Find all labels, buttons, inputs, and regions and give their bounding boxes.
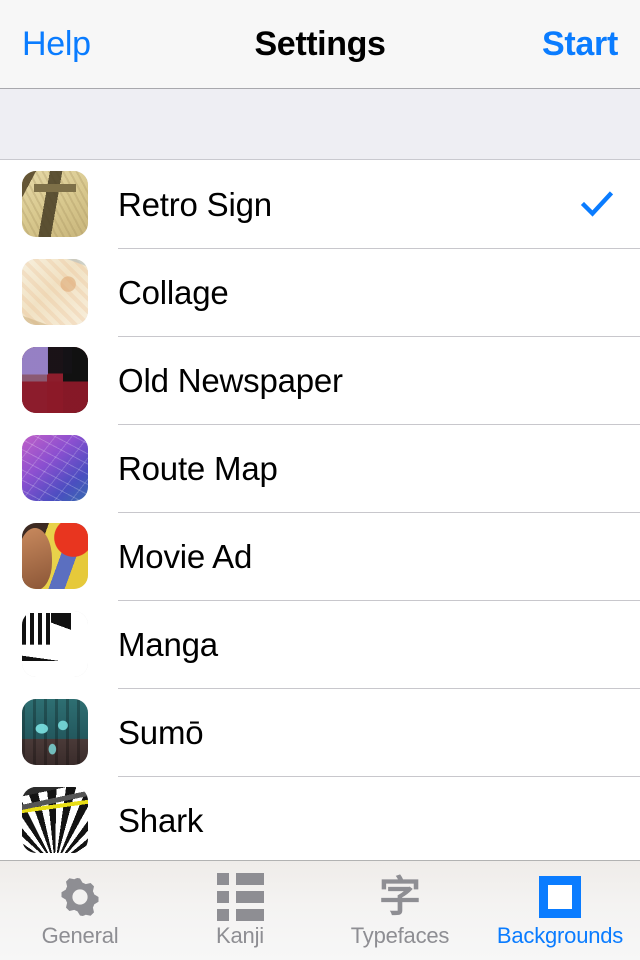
tab-bar: General Kanji 字 Typefaces Backgrounds <box>0 860 640 960</box>
list-item-label: Manga <box>118 625 218 663</box>
list-item[interactable]: Movie Ad <box>0 512 640 600</box>
checkmark-placeholder <box>580 539 614 573</box>
list-item[interactable]: Retro Sign <box>0 160 640 248</box>
start-button[interactable]: Start <box>542 27 618 61</box>
list-item-label: Sumō <box>118 713 204 751</box>
collage-thumbnail <box>22 259 88 325</box>
list-item[interactable]: Manga <box>0 600 640 688</box>
row-separator <box>118 600 640 601</box>
settings-screen: Help Settings Start Retro Sign Collage O… <box>0 0 640 960</box>
list-item-label: Shark <box>118 801 204 839</box>
list-item-label: Movie Ad <box>118 537 253 575</box>
tab-general[interactable]: General <box>0 861 160 960</box>
gear-icon <box>58 875 102 919</box>
checkmark-placeholder <box>580 803 614 837</box>
checkmark-placeholder <box>580 275 614 309</box>
row-separator <box>118 336 640 337</box>
list-item-label: Retro Sign <box>118 185 272 223</box>
backgrounds-list[interactable]: Retro Sign Collage Old Newspaper Route M… <box>0 160 640 860</box>
retro-sign-thumbnail <box>22 171 88 237</box>
tab-kanji[interactable]: Kanji <box>160 861 320 960</box>
tab-typefaces[interactable]: 字 Typefaces <box>320 861 480 960</box>
list-item[interactable]: Sumō <box>0 688 640 776</box>
row-separator <box>118 424 640 425</box>
checkmark-placeholder <box>580 363 614 397</box>
checkmark-placeholder <box>580 715 614 749</box>
tab-label: Backgrounds <box>496 922 624 948</box>
square-icon <box>539 875 581 919</box>
checkmark-icon <box>580 187 614 221</box>
kanji-ji-glyph: 字 <box>378 871 421 921</box>
movie-ad-thumbnail <box>22 523 88 589</box>
manga-thumbnail <box>22 611 88 677</box>
sumo-thumbnail <box>22 699 88 765</box>
row-separator <box>118 512 640 513</box>
list-item-label: Route Map <box>118 449 278 487</box>
navigation-bar: Help Settings Start <box>0 0 640 88</box>
tab-backgrounds[interactable]: Backgrounds <box>480 861 640 960</box>
section-header <box>0 88 640 160</box>
list-item[interactable]: Collage <box>0 248 640 336</box>
row-separator <box>118 776 640 777</box>
row-separator <box>118 688 640 689</box>
route-map-thumbnail <box>22 435 88 501</box>
row-separator <box>118 248 640 249</box>
list-item[interactable]: Route Map <box>0 424 640 512</box>
tab-label: General <box>41 922 119 948</box>
list-icon <box>216 872 264 921</box>
checkmark-placeholder <box>580 627 614 661</box>
list-item-label: Collage <box>118 273 229 311</box>
list-item-label: Old Newspaper <box>118 361 343 399</box>
tab-label: Kanji <box>216 922 264 948</box>
list-item[interactable]: Old Newspaper <box>0 336 640 424</box>
list-item[interactable]: Shark <box>0 776 640 860</box>
tab-label: Typefaces <box>350 922 450 948</box>
shark-thumbnail <box>22 787 88 853</box>
checkmark-placeholder <box>580 451 614 485</box>
kanji-ji-icon: 字 <box>379 875 421 919</box>
old-newspaper-thumbnail <box>22 347 88 413</box>
help-button[interactable]: Help <box>22 27 91 61</box>
